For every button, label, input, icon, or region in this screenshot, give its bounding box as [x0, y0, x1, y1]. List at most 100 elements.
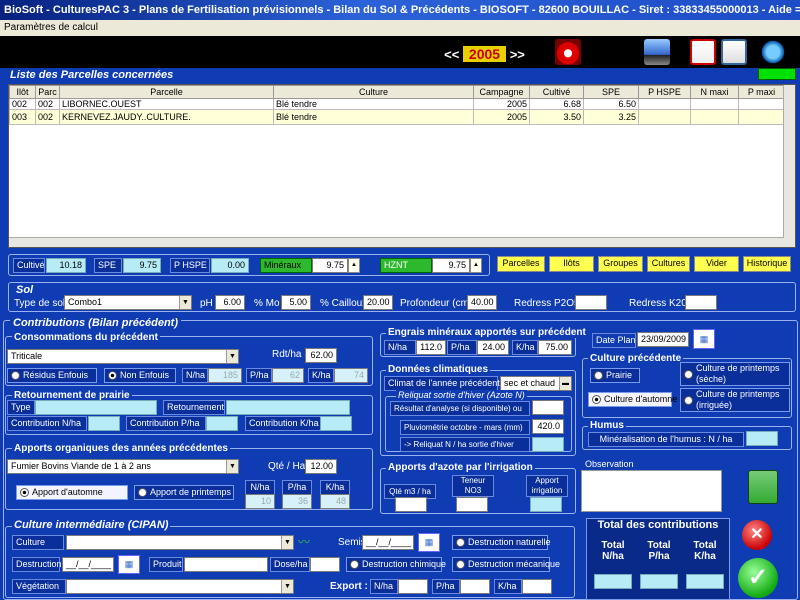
analyse-field[interactable]	[532, 400, 564, 415]
grid-header-cell[interactable]: Parc	[35, 85, 60, 99]
rdt-field[interactable]: 62.00	[305, 348, 337, 363]
cultive-value: 10.18	[46, 258, 86, 273]
status-indicator	[758, 68, 796, 80]
validate-button[interactable]: ✓	[738, 558, 778, 598]
precedent-culture-select[interactable]: Triticale ▼	[7, 349, 239, 364]
grid-vertical-scrollbar[interactable]	[783, 85, 795, 247]
grid-header-cell[interactable]: Cultivé	[529, 85, 584, 99]
destruction-chimique-radio[interactable]: Destruction chimique	[346, 557, 446, 572]
climat-title: Données climatiques	[386, 364, 491, 375]
year-selector: << 2005 >>	[437, 45, 532, 63]
redress-p-field[interactable]	[575, 295, 607, 310]
calendar-icon[interactable]: ▦	[693, 329, 715, 349]
grid-header-cell[interactable]: Parcelle	[59, 85, 274, 99]
destruction-field[interactable]: __/__/____	[62, 557, 114, 572]
irrig-qte-field[interactable]	[395, 497, 427, 512]
menubar: Paramètres de calcul	[0, 20, 800, 36]
redress-k-field[interactable]	[685, 295, 717, 310]
type-sol-select[interactable]: Combo1 ▼	[64, 295, 192, 310]
export-kha-field[interactable]	[522, 579, 552, 594]
grid-header-cell[interactable]: Culture	[273, 85, 474, 99]
toolbar-band	[0, 36, 800, 68]
grid-header-cell[interactable]: P HSPE	[638, 85, 691, 99]
ilots-button[interactable]: Ilôts	[549, 256, 594, 272]
organiques-produit-select[interactable]: Fumier Bovins Viande de 1 à 2 ans ▼	[7, 459, 239, 474]
table-row[interactable]: 002 002 LIBORNEC.OUEST Blé tendre 2005 6.68 6.…	[9, 98, 785, 110]
groupes-button[interactable]: Groupes	[598, 256, 643, 272]
pdf-icon[interactable]	[690, 39, 716, 65]
table-row[interactable]: 003 002 KERNEVEZ.JAUDY..CULTURE. Blé tendre…	[9, 109, 785, 125]
year-prev-button[interactable]: <<	[444, 47, 459, 62]
table-cell: 002	[35, 109, 60, 125]
destruction-calendar-icon[interactable]: ▦	[118, 555, 140, 574]
spe-value: 9.75	[123, 258, 161, 273]
residus-enfouis-radio[interactable]: Résidus Enfouis	[7, 368, 97, 383]
pluvio-field[interactable]: 420.0	[532, 419, 564, 434]
engrais-nha-field[interactable]: 112.0	[416, 340, 446, 355]
observation-textarea[interactable]	[581, 470, 722, 512]
destruction-naturelle-radio[interactable]: Destruction naturelle	[452, 535, 551, 550]
organiques-title: Apports organiques des années précédente…	[12, 443, 230, 454]
org-qte-field[interactable]: 12.00	[305, 459, 337, 474]
cultures-button[interactable]: Cultures	[647, 256, 690, 272]
vider-button[interactable]: Vider	[694, 256, 739, 272]
hznt-spinner[interactable]: ▲	[470, 258, 482, 273]
cancel-button[interactable]: ✕	[742, 520, 772, 550]
historique-button[interactable]: Historique	[743, 256, 791, 272]
table-cell: Blé tendre	[273, 109, 474, 125]
prairie-radio[interactable]: Prairie	[590, 368, 640, 383]
printemps-irriguee-radio[interactable]: Culture de printemps (irriguée)	[680, 388, 790, 412]
organiques-panel	[5, 448, 373, 510]
dose-field[interactable]	[310, 557, 340, 572]
semis-calendar-icon[interactable]: ▦	[418, 533, 440, 552]
mineraux-spinner[interactable]: ▲	[348, 258, 360, 273]
table-cell	[690, 109, 739, 125]
table-cell	[638, 98, 691, 110]
engrais-kha-field[interactable]: 75.00	[538, 340, 572, 355]
vegetation-select[interactable]: ▼	[66, 579, 294, 594]
org-pha-field: 36	[282, 494, 312, 509]
teneur-field[interactable]	[456, 497, 488, 512]
printemps-seche-radio[interactable]: Culture de printemps (sèche)	[680, 362, 790, 386]
destruction-mecanique-radio[interactable]: Destruction mécanique	[452, 557, 560, 572]
apport-printemps-radio[interactable]: Apport de printemps	[134, 485, 234, 500]
export-pha-field[interactable]	[460, 579, 490, 594]
cipan-destruction-label: Destruction	[12, 557, 62, 572]
total-title: Total des contributions	[597, 519, 719, 531]
year-next-button[interactable]: >>	[510, 47, 525, 62]
computer-icon[interactable]	[644, 39, 670, 65]
grid-header-cell[interactable]: N maxi	[690, 85, 739, 99]
export-nha-field[interactable]	[398, 579, 428, 594]
grid-header-cell[interactable]: Ilôt	[9, 85, 36, 99]
retour-type-field	[35, 400, 157, 415]
mo-field[interactable]: 5.00	[281, 295, 311, 310]
parcelles-button[interactable]: Parcelles	[497, 256, 545, 272]
menu-parametres[interactable]: Paramètres de calcul	[4, 22, 98, 33]
table-cell: 2005	[473, 98, 530, 110]
culture-automne-radio[interactable]: Culture d'automne	[588, 392, 677, 407]
internet-explorer-icon[interactable]	[760, 39, 786, 65]
cailloux-field[interactable]: 20.00	[363, 295, 393, 310]
grid-header-cell[interactable]: P maxi	[738, 85, 785, 99]
table-cell: 002	[9, 98, 36, 110]
dateplan-field[interactable]: 23/09/2009	[637, 332, 689, 347]
climat-select[interactable]: sec et chaud ▬	[500, 376, 572, 391]
camera-icon[interactable]	[555, 39, 581, 65]
grid-header-cell[interactable]: SPE	[583, 85, 639, 99]
table-cell: Blé tendre	[273, 98, 474, 110]
table-cell: 3.25	[583, 109, 639, 125]
produit-field[interactable]	[184, 557, 268, 572]
semis-field[interactable]: __/__/____	[362, 535, 414, 550]
calculator-icon[interactable]	[748, 470, 778, 504]
profondeur-field[interactable]: 40.00	[467, 295, 497, 310]
non-enfouis-radio[interactable]: Non Enfouis	[104, 368, 176, 383]
cipan-culture-select[interactable]: ▼	[66, 535, 294, 550]
ph-field[interactable]: 6.00	[215, 295, 245, 310]
apport-automne-radio[interactable]: Apport d'automne	[16, 485, 128, 500]
humus-title: Humus	[588, 420, 626, 431]
rtf-icon[interactable]	[721, 39, 747, 65]
cipan-chart-icon[interactable]: 〰	[298, 535, 318, 549]
engrais-pha-field[interactable]: 24.00	[477, 340, 509, 355]
grid-horizontal-scrollbar[interactable]	[9, 237, 784, 247]
grid-header-cell[interactable]: Campagne	[473, 85, 530, 99]
